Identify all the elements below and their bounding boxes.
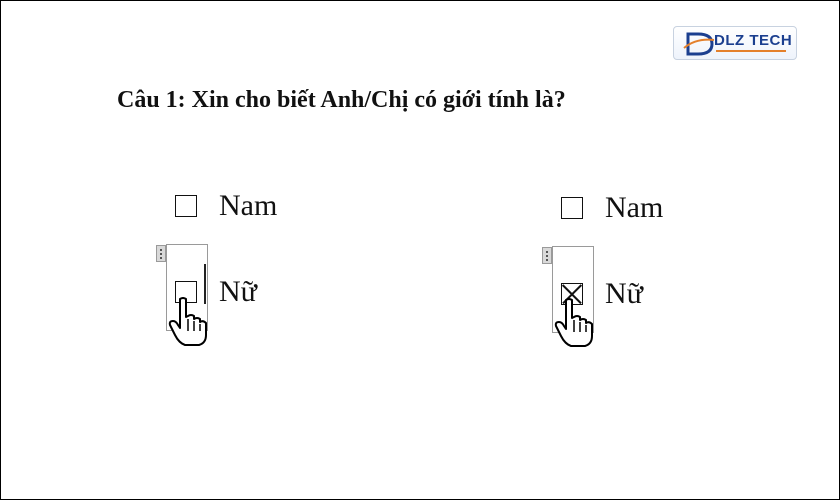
dlz-logo-mark-icon <box>683 32 715 56</box>
logo-underline <box>716 50 786 52</box>
hand-pointer-icon <box>168 297 207 346</box>
option-nam-left[interactable]: Nam <box>175 191 277 221</box>
logo-text: DLZ TECH <box>714 32 793 49</box>
drag-handle-icon[interactable] <box>542 247 552 264</box>
option-label: Nam <box>605 191 664 224</box>
option-label: Nữ <box>219 275 257 308</box>
drag-handle-icon[interactable] <box>156 245 166 262</box>
option-label: Nam <box>219 189 278 222</box>
checkbox-nam-left[interactable] <box>175 195 197 217</box>
option-label: Nữ <box>605 277 643 310</box>
option-nam-right[interactable]: Nam <box>561 193 663 223</box>
checkbox-nam-right[interactable] <box>561 197 583 219</box>
question-title: Câu 1: Xin cho biết Anh/Chị có giới tính… <box>117 87 566 113</box>
document-page: DLZ TECH Câu 1: Xin cho biết Anh/Chị có … <box>0 0 840 500</box>
brand-logo: DLZ TECH <box>673 26 797 60</box>
hand-pointer-icon <box>554 298 593 347</box>
